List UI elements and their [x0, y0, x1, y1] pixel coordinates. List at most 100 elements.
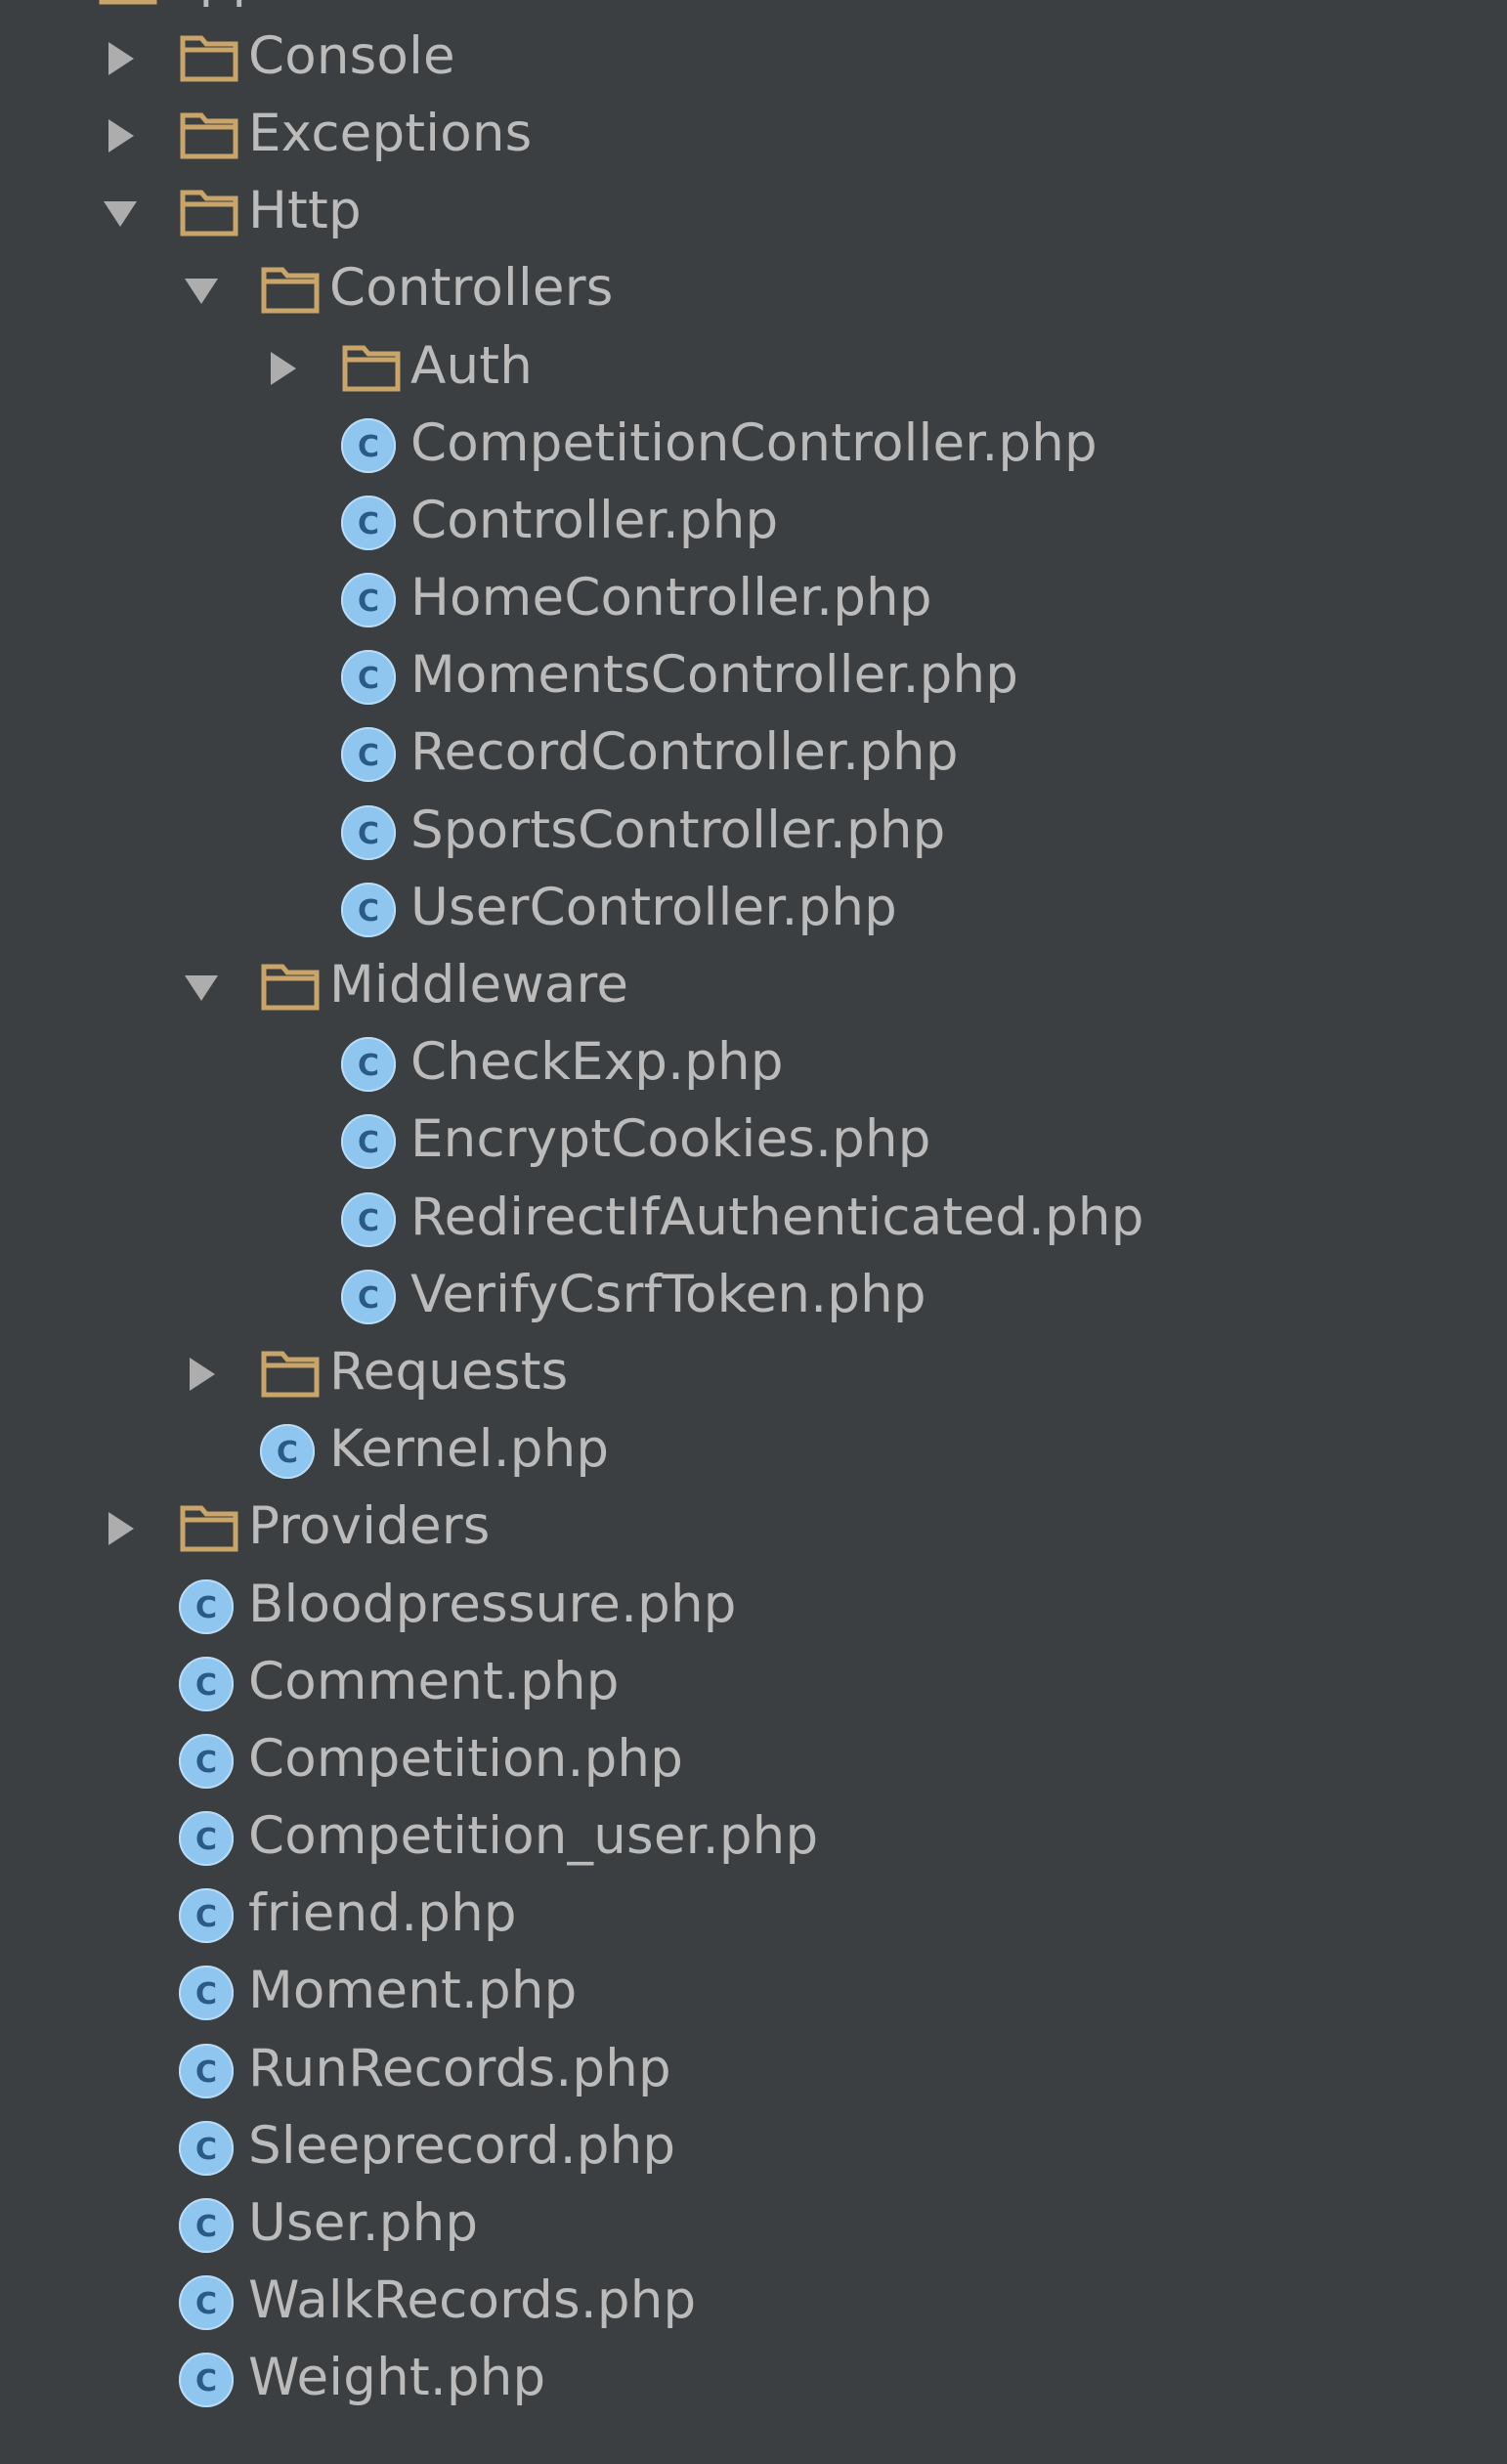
tree-folder-providers[interactable]: Providers	[0, 1491, 1507, 1568]
svg-text:C: C	[358, 739, 379, 773]
tree-file-bloodpressure[interactable]: C Bloodpressure.php	[0, 1568, 1507, 1645]
svg-text:C: C	[195, 1668, 217, 1703]
tree-file-moment[interactable]: C Moment.php	[0, 1955, 1507, 2032]
tree-node-label: Requests	[329, 1342, 569, 1403]
tree-file-sportscontroller[interactable]: C SportsController.php	[0, 794, 1507, 871]
svg-text:C: C	[195, 2364, 217, 2399]
svg-text:C: C	[358, 584, 379, 619]
tree-file-weight[interactable]: C Weight.php	[0, 2342, 1507, 2419]
tree-folder-middleware[interactable]: Middleware	[0, 948, 1507, 1025]
collapse-arrow-right-icon[interactable]	[101, 116, 140, 155]
svg-text:C: C	[195, 2055, 217, 2090]
svg-text:C: C	[358, 430, 379, 464]
tree-file-competitioncontroller[interactable]: C CompetitionController.php	[0, 407, 1507, 484]
tree-node-label: RedirectIfAuthenticated.php	[410, 1187, 1144, 1247]
php-class-icon: C	[339, 1112, 398, 1171]
php-class-icon: C	[177, 2273, 236, 2332]
tree-node-label: MomentsController.php	[410, 645, 1019, 706]
tree-file-kernel[interactable]: C Kernel.php	[0, 1413, 1507, 1491]
folder-icon	[180, 112, 238, 159]
collapse-arrow-right-icon[interactable]	[101, 1509, 140, 1548]
svg-text:C: C	[358, 1204, 379, 1238]
tree-file-redirectifauthenticated[interactable]: C RedirectIfAuthenticated.php	[0, 1181, 1507, 1258]
tree-folder-auth[interactable]: Auth	[0, 329, 1507, 407]
tree-file-friend[interactable]: Cfriend.php	[0, 1878, 1507, 1955]
svg-text:C: C	[195, 1823, 217, 1857]
tree-node-label: HomeController.php	[410, 568, 932, 628]
php-class-icon: C	[177, 2119, 236, 2178]
tree-file-verifycsrftoken[interactable]: C VerifyCsrfToken.php	[0, 1258, 1507, 1335]
expand-arrow-down-icon[interactable]	[182, 271, 221, 310]
tree-node-label: app	[167, 0, 265, 9]
tree-node-label: Kernel.php	[329, 1419, 610, 1480]
folder-icon	[261, 1351, 320, 1398]
php-class-icon: C	[177, 2196, 236, 2255]
php-class-icon: C	[177, 2042, 236, 2100]
tree-file-encryptcookies[interactable]: C EncryptCookies.php	[0, 1103, 1507, 1181]
tree-node-label: Moment.php	[248, 1961, 578, 2021]
tree-node-label: Exceptions	[248, 104, 533, 164]
tree-file-runrecords[interactable]: C RunRecords.php	[0, 2032, 1507, 2109]
tree-node-label: Auth	[410, 335, 534, 396]
folder-icon	[99, 0, 157, 5]
collapse-arrow-right-icon[interactable]	[182, 1355, 221, 1394]
tree-folder-app[interactable]: app	[0, 0, 1507, 20]
svg-text:C: C	[358, 1126, 379, 1160]
tree-file-sleeprecord[interactable]: C Sleeprecord.php	[0, 2109, 1507, 2186]
tree-node-label: Comment.php	[248, 1651, 620, 1711]
svg-text:C: C	[358, 1281, 379, 1316]
tree-file-recordcontroller[interactable]: C RecordController.php	[0, 716, 1507, 794]
svg-text:C: C	[195, 2210, 217, 2244]
svg-text:C: C	[358, 817, 379, 851]
php-class-icon: C	[339, 571, 398, 629]
tree-file-comment[interactable]: C Comment.php	[0, 1645, 1507, 1722]
php-class-icon: C	[339, 725, 398, 784]
svg-text:C: C	[195, 1746, 217, 1780]
tree-file-user[interactable]: C User.php	[0, 2186, 1507, 2264]
tree-node-label: VerifyCsrfToken.php	[410, 1264, 926, 1324]
folder-icon	[180, 35, 238, 82]
tree-node-label: Competition_user.php	[248, 1806, 819, 1867]
tree-file-competition[interactable]: C Competition.php	[0, 1722, 1507, 1799]
expand-arrow-down-icon[interactable]	[182, 968, 221, 1007]
tree-file-usercontroller[interactable]: C UserController.php	[0, 871, 1507, 948]
project-tree[interactable]: app Console Exceptions Http Controllers Auth C…	[0, 0, 1507, 2419]
tree-file-competition-user[interactable]: C Competition_user.php	[0, 1800, 1507, 1878]
tree-node-label: Weight.php	[248, 2348, 546, 2408]
svg-text:C: C	[358, 507, 379, 541]
collapse-arrow-right-icon[interactable]	[263, 349, 302, 388]
tree-file-homecontroller[interactable]: C HomeController.php	[0, 562, 1507, 639]
expand-arrow-down-icon[interactable]	[20, 0, 59, 1]
tree-folder-exceptions[interactable]: Exceptions	[0, 97, 1507, 174]
tree-node-label: CheckExp.php	[410, 1032, 784, 1093]
tree-node-label: User.php	[248, 2193, 479, 2254]
svg-text:C: C	[195, 2287, 217, 2321]
tree-folder-console[interactable]: Console	[0, 20, 1507, 97]
tree-file-momentscontroller[interactable]: C MomentsController.php	[0, 639, 1507, 716]
tree-node-label: CompetitionController.php	[410, 412, 1098, 473]
tree-node-label: Controllers	[329, 258, 614, 319]
svg-text:C: C	[277, 1436, 298, 1470]
tree-folder-requests[interactable]: Requests	[0, 1335, 1507, 1412]
php-class-icon: C	[339, 494, 398, 552]
php-class-icon: C	[339, 648, 398, 707]
tree-file-checkexp[interactable]: C CheckExp.php	[0, 1026, 1507, 1103]
tree-file-controller[interactable]: C Controller.php	[0, 484, 1507, 561]
php-class-icon: C	[339, 881, 398, 939]
svg-text:C: C	[358, 894, 379, 929]
php-class-icon: C	[177, 1964, 236, 2022]
php-class-icon: C	[177, 2351, 236, 2409]
php-class-icon: C	[339, 416, 398, 475]
expand-arrow-down-icon[interactable]	[101, 194, 140, 233]
php-class-icon: C	[258, 1422, 317, 1481]
tree-node-label: EncryptCookies.php	[410, 1109, 931, 1170]
php-class-icon: C	[177, 1578, 236, 1636]
collapse-arrow-right-icon[interactable]	[101, 39, 140, 78]
php-class-icon: C	[177, 1809, 236, 1868]
tree-file-walkrecords[interactable]: C WalkRecords.php	[0, 2265, 1507, 2342]
tree-node-label: Providers	[248, 1496, 491, 1557]
svg-text:C: C	[358, 1049, 379, 1083]
tree-node-label: friend.php	[248, 1883, 517, 1944]
tree-folder-http[interactable]: Http	[0, 175, 1507, 252]
tree-folder-controllers[interactable]: Controllers	[0, 252, 1507, 329]
